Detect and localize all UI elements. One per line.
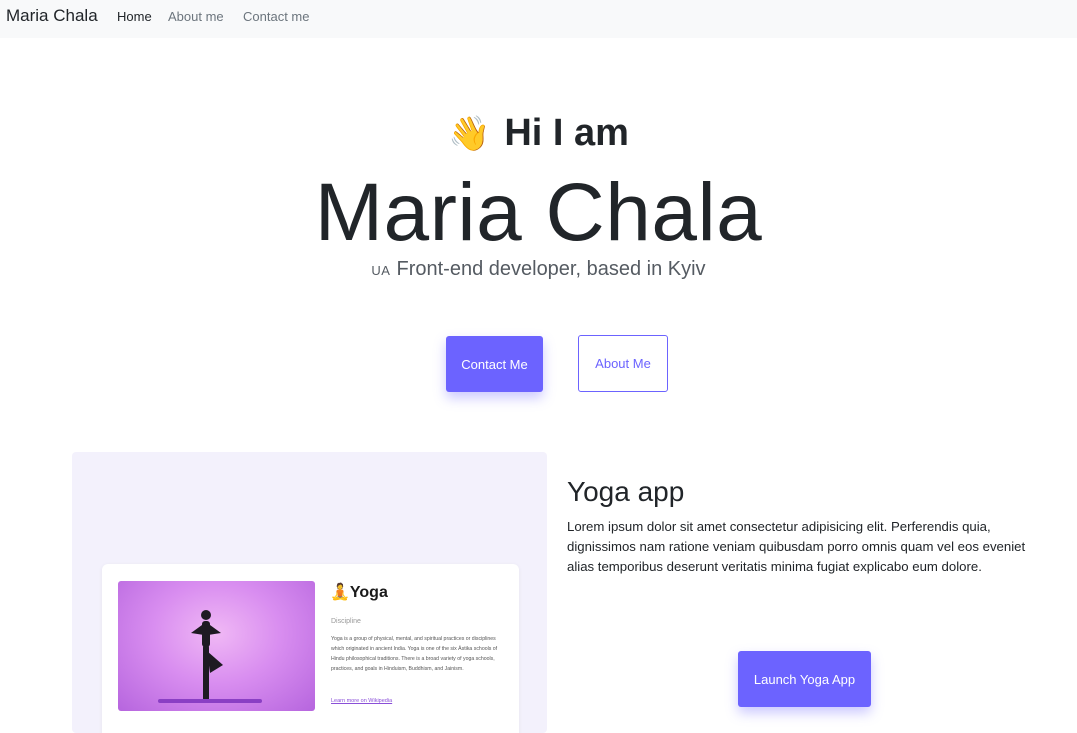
brand-logo[interactable]: Maria Chala [6, 6, 98, 26]
nav-contact-me[interactable]: Contact me [243, 9, 309, 24]
greeting-text: Hi I am [504, 112, 629, 154]
subtitle-text: Front-end developer, based in Kyiv [396, 258, 706, 280]
about-me-button[interactable]: About Me [578, 335, 668, 392]
nav-home[interactable]: Home [117, 9, 152, 24]
project-preview-panel: 🧘Yoga Discipline Yoga is a group of phys… [72, 452, 547, 733]
preview-title: 🧘Yoga [330, 584, 388, 601]
preview-meta: Discipline [331, 618, 361, 625]
contact-me-button[interactable]: Contact Me [446, 336, 543, 392]
hero-greeting: 👋 Hi I am [0, 112, 1077, 155]
preview-wikipedia-link[interactable]: Learn more on Wikipedia [331, 698, 392, 704]
hero-name: Maria Chala [314, 167, 763, 258]
hero-subtitle: UA Front-end developer, based in Kyiv [0, 258, 1077, 281]
ukraine-flag-icon: UA [371, 263, 391, 278]
yoga-preview-card: 🧘Yoga Discipline Yoga is a group of phys… [102, 564, 519, 733]
yoga-pose-image [118, 581, 315, 711]
waving-hand-icon: 👋 [448, 115, 491, 153]
preview-description: Yoga is a group of physical, mental, and… [331, 636, 498, 672]
nav-about-me[interactable]: About me [168, 9, 224, 24]
yoga-figure-icon [158, 610, 262, 703]
project-description: Lorem ipsum dolor sit amet consectetur a… [567, 519, 1026, 574]
project-title: Yoga app [567, 476, 685, 507]
navbar: Maria Chala Home About me Contact me [0, 0, 1077, 38]
launch-yoga-app-button[interactable]: Launch Yoga App [738, 651, 871, 707]
